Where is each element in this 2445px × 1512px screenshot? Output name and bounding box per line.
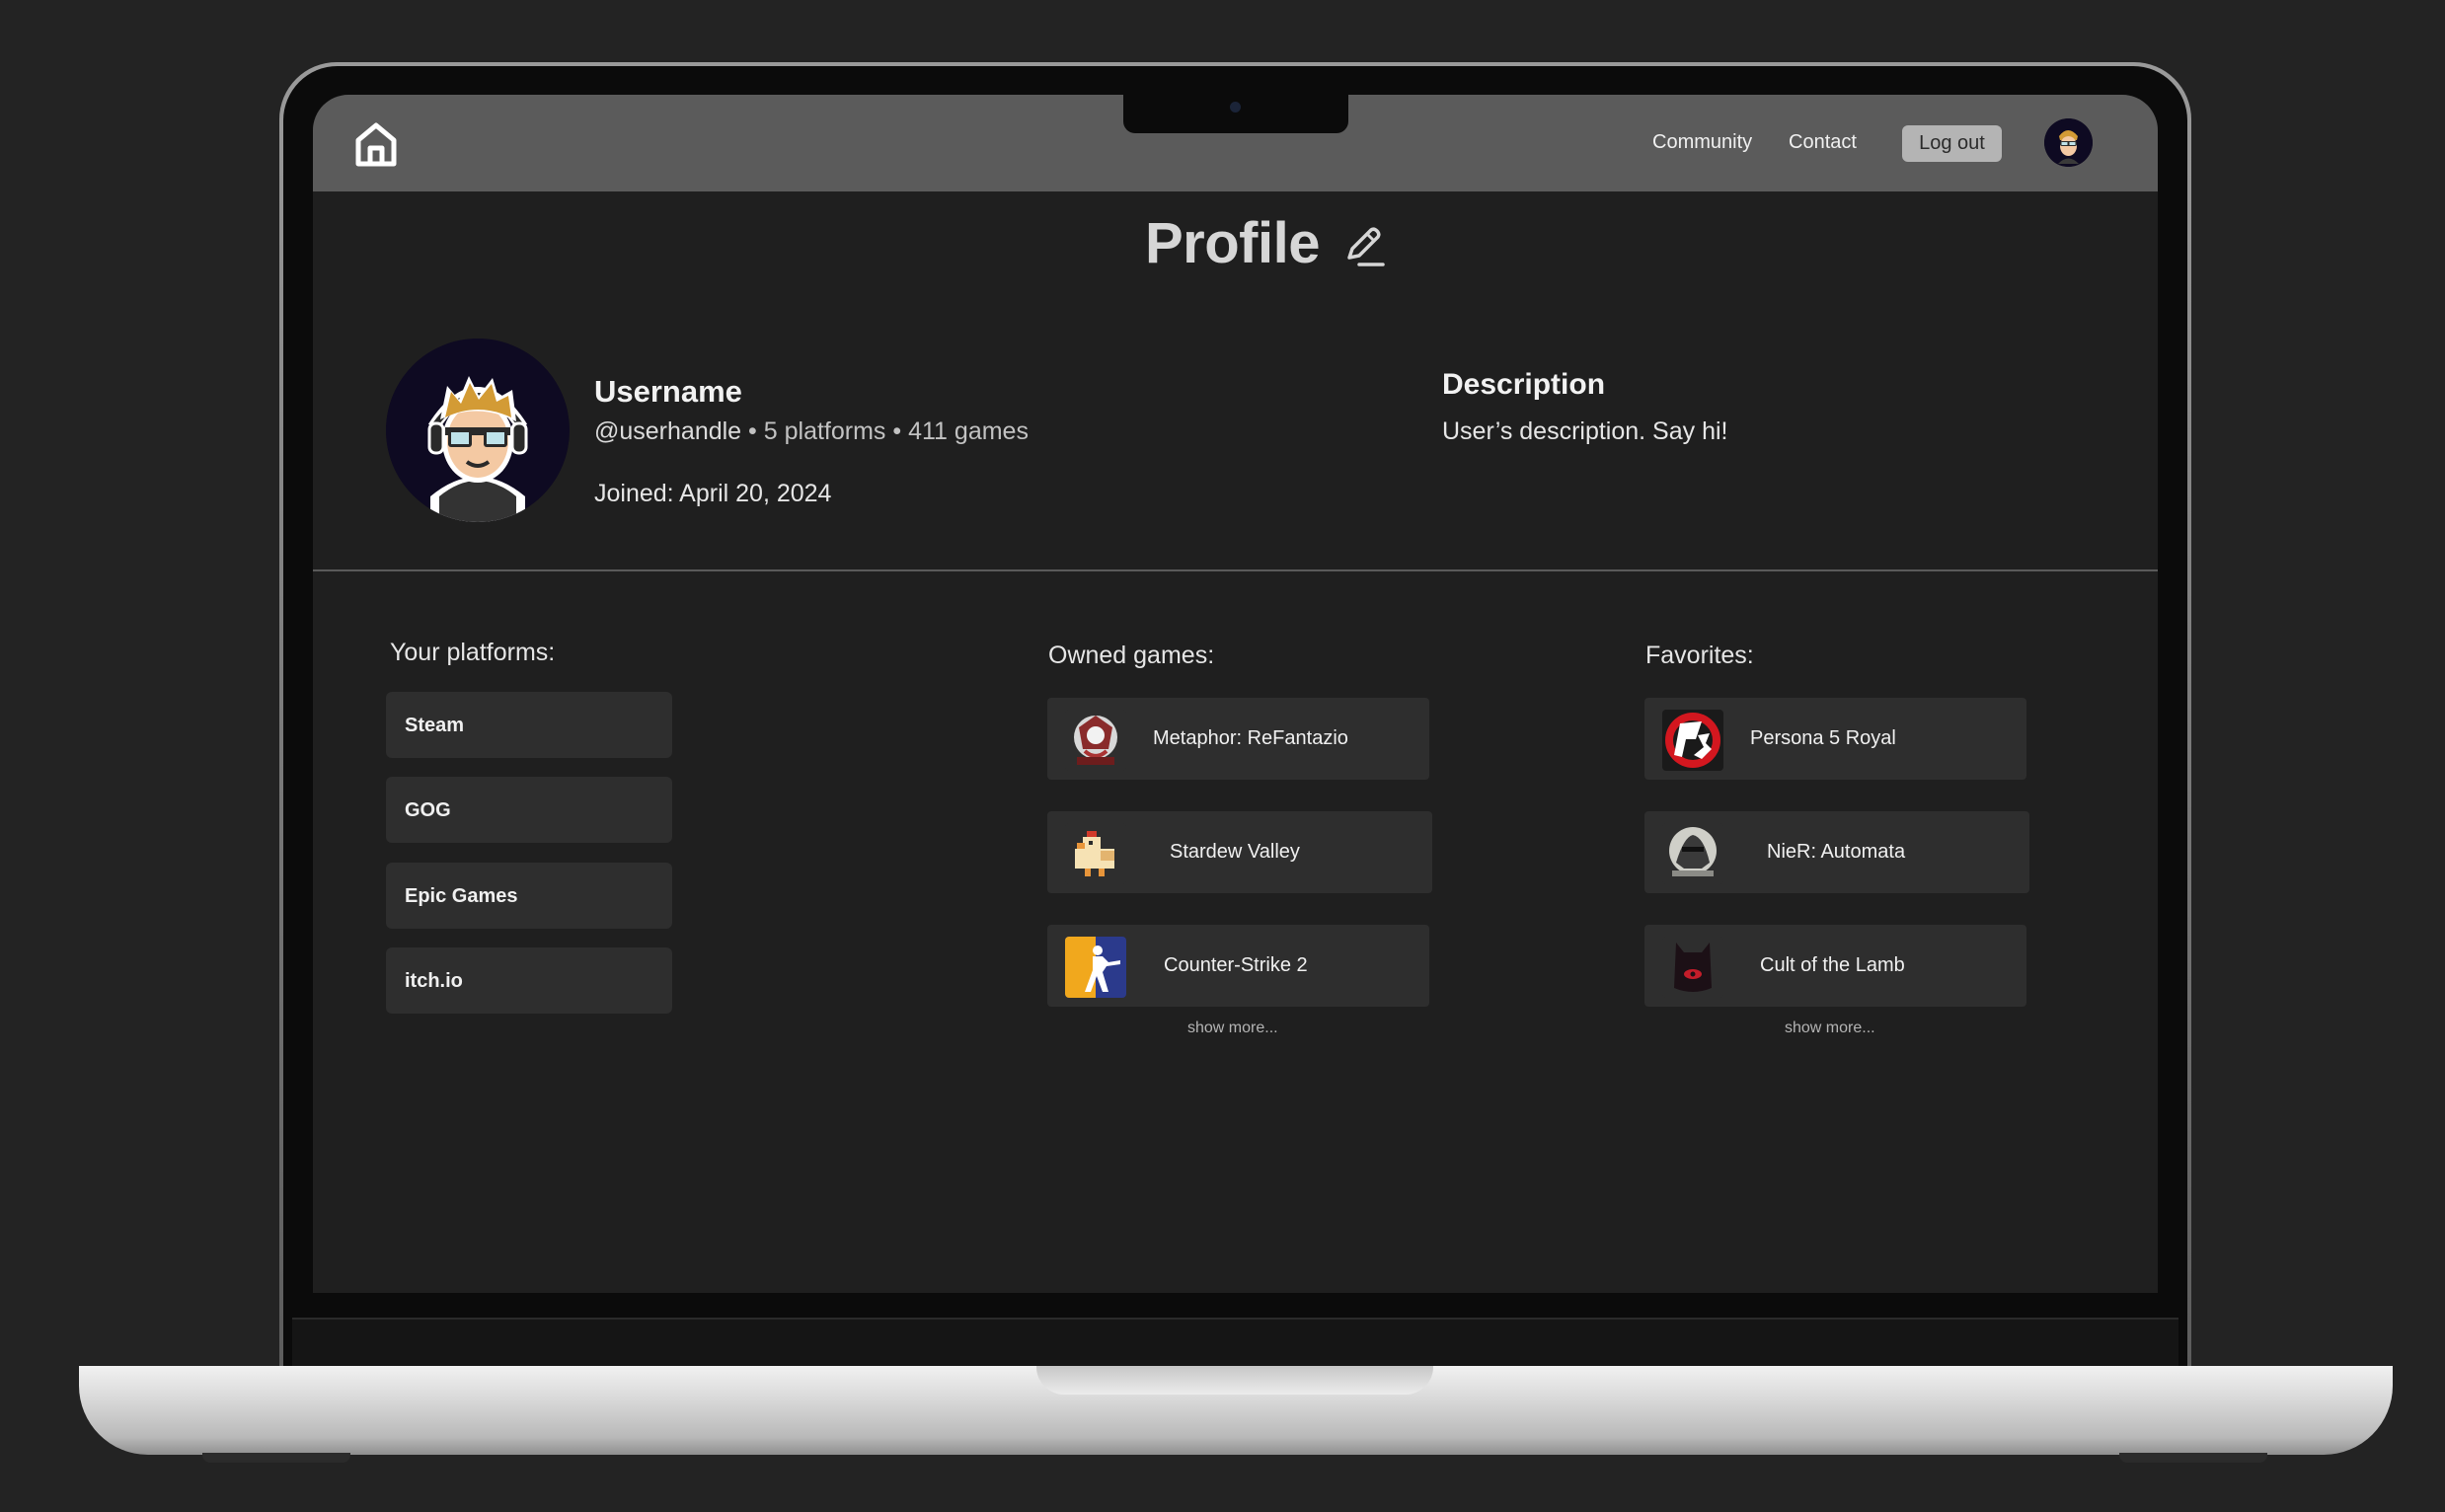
platform-item-steam[interactable]: Steam <box>386 692 672 758</box>
description-text: User’s description. Say hi! <box>1442 417 1728 445</box>
platform-label: Steam <box>405 715 465 736</box>
platforms-heading: Your platforms: <box>390 639 556 666</box>
counter-strike-icon <box>1065 937 1126 998</box>
camera-icon <box>1230 102 1241 113</box>
platform-item-gog[interactable]: GOG <box>386 777 672 843</box>
favorite-game-card[interactable]: Persona 5 Royal <box>1644 698 2026 780</box>
page-title: Profile <box>1145 211 1321 275</box>
laptop-hinge <box>292 1318 2178 1366</box>
laptop-opening-notch <box>1036 1366 1433 1395</box>
meta-separator: • <box>892 417 902 445</box>
nier-game-icon <box>1662 823 1723 884</box>
laptop-foot-left <box>202 1453 350 1463</box>
owned-game-card[interactable]: Counter-Strike 2 <box>1047 925 1429 1007</box>
edit-pencil-icon[interactable] <box>1339 222 1387 269</box>
favorites-show-more-link[interactable]: show more... <box>1785 1020 1875 1037</box>
user-avatar-button[interactable] <box>2044 118 2093 167</box>
nav-contact-link[interactable]: Contact <box>1789 131 1857 154</box>
description-heading: Description <box>1442 368 1606 401</box>
favorite-game-card[interactable]: Cult of the Lamb <box>1644 925 2026 1007</box>
games-count: 411 games <box>908 417 1029 445</box>
laptop-foot-right <box>2119 1453 2267 1463</box>
chicken-game-icon <box>1065 823 1126 884</box>
game-title: Cult of the Lamb <box>1760 954 1905 976</box>
joined-date: Joined: April 20, 2024 <box>594 480 832 507</box>
game-title: Counter-Strike 2 <box>1164 954 1308 976</box>
owned-game-card[interactable]: Stardew Valley <box>1047 811 1432 893</box>
game-title: Metaphor: ReFantazio <box>1153 727 1348 749</box>
favorites-heading: Favorites: <box>1645 642 1754 669</box>
home-icon[interactable] <box>353 120 399 168</box>
camera-notch <box>1123 95 1348 133</box>
game-title: NieR: Automata <box>1767 841 1906 863</box>
nav-community-link[interactable]: Community <box>1652 131 1752 154</box>
hinge-line <box>292 1318 2178 1320</box>
owned-games-heading: Owned games: <box>1048 642 1215 669</box>
platform-label: itch.io <box>405 970 463 992</box>
username: Username <box>594 374 742 409</box>
cult-lamb-game-icon <box>1662 937 1723 998</box>
meta-separator: • <box>748 417 757 445</box>
device-mockup: Community Contact Log out Profile Userna… <box>0 0 2445 1512</box>
user-meta: @userhandle • 5 platforms • 411 games <box>594 417 1029 446</box>
owned-game-card[interactable]: Metaphor: ReFantazio <box>1047 698 1429 780</box>
screen: Community Contact Log out Profile Userna… <box>313 95 2158 1293</box>
metaphor-game-icon <box>1065 710 1126 771</box>
logout-button[interactable]: Log out <box>1902 125 2002 162</box>
game-title: Persona 5 Royal <box>1750 727 1896 749</box>
favorite-game-card[interactable]: NieR: Automata <box>1644 811 2029 893</box>
platforms-count: 5 platforms <box>763 417 886 445</box>
section-divider <box>313 569 2158 571</box>
owned-games-show-more-link[interactable]: show more... <box>1187 1020 1278 1037</box>
platform-item-epic-games[interactable]: Epic Games <box>386 863 672 929</box>
persona-game-icon <box>1662 710 1723 771</box>
platform-item-itchio[interactable]: itch.io <box>386 947 672 1014</box>
platform-label: Epic Games <box>405 885 518 907</box>
user-handle: @userhandle <box>594 417 742 445</box>
game-title: Stardew Valley <box>1170 841 1300 863</box>
profile-avatar <box>386 339 570 522</box>
platform-label: GOG <box>405 799 451 821</box>
